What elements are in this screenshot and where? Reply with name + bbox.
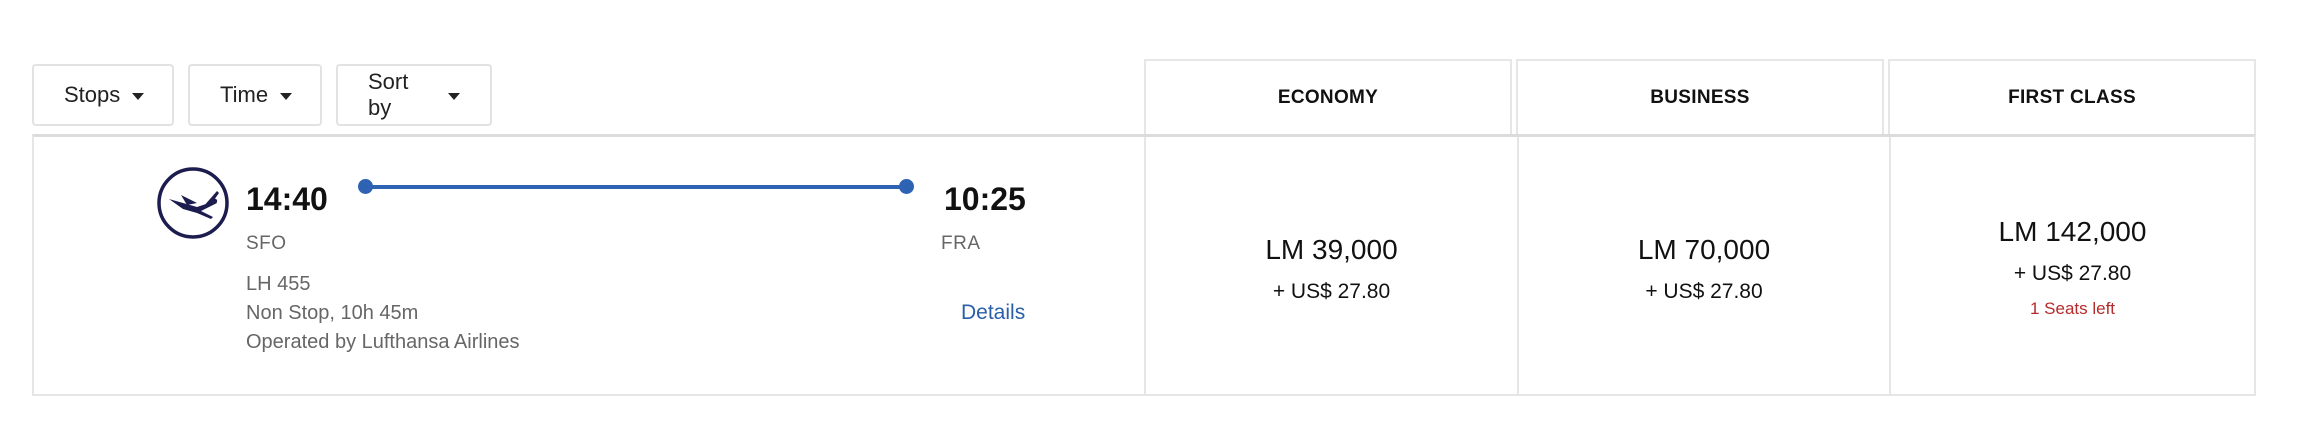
stops-filter-button[interactable]: Stops <box>32 64 174 126</box>
fare-business[interactable]: LM 70,000 + US$ 27.80 <box>1517 137 1889 394</box>
fare-business-cash: + US$ 27.80 <box>1645 280 1763 303</box>
flight-result-row: 14:40 SFO 10:25 FRA LH 455 Non Stop, 10h… <box>32 134 2256 396</box>
cabin-header-business: BUSINESS <box>1516 59 1884 135</box>
flight-duration: Non Stop, 10h 45m <box>246 302 419 324</box>
details-link[interactable]: Details <box>961 301 1025 325</box>
route-destination-dot <box>899 179 914 194</box>
chevron-down-icon <box>448 92 460 100</box>
fare-first-class-cash: + US$ 27.80 <box>2013 262 2132 285</box>
route-origin-dot <box>358 179 373 194</box>
fare-business-miles: LM 70,000 <box>1637 234 1771 265</box>
flight-results-page: Stops Time Sort by ECONOMY BUSINESS FIRS… <box>0 0 2298 422</box>
time-filter-button[interactable]: Time <box>188 64 322 126</box>
flight-number: LH 455 <box>246 273 311 295</box>
lufthansa-crane-icon <box>157 167 229 239</box>
fare-economy[interactable]: LM 39,000 + US$ 27.80 <box>1144 137 1517 394</box>
cabin-header-business-label: BUSINESS <box>1650 87 1750 108</box>
chevron-down-icon <box>280 92 293 100</box>
flight-info-panel: 14:40 SFO 10:25 FRA LH 455 Non Stop, 10h… <box>34 137 1146 394</box>
arrival-time: 10:25 <box>944 181 1026 217</box>
cabin-header-economy: ECONOMY <box>1144 59 1512 135</box>
seats-left-badge: 1 Seats left <box>2029 299 2116 318</box>
flight-operator: Operated by Lufthansa Airlines <box>246 331 520 353</box>
fare-economy-cash: + US$ 27.80 <box>1272 280 1391 303</box>
arrival-airport: FRA <box>941 233 981 254</box>
time-filter-label: Time <box>220 82 269 107</box>
departure-time: 14:40 <box>246 181 328 217</box>
route-line <box>364 185 908 189</box>
fare-first-class-miles: LM 142,000 <box>1998 216 2147 247</box>
stops-filter-label: Stops <box>64 82 121 107</box>
cabin-header-economy-label: ECONOMY <box>1277 87 1379 108</box>
cabin-header-first-class: FIRST CLASS <box>1888 59 2256 135</box>
sort-by-button[interactable]: Sort by <box>336 64 492 126</box>
cabin-header-first-class-label: FIRST CLASS <box>2008 87 2136 108</box>
fare-economy-miles: LM 39,000 <box>1265 234 1398 265</box>
filter-bar: Stops Time Sort by <box>32 64 492 126</box>
sort-by-label: Sort by <box>368 69 409 120</box>
chevron-down-icon <box>132 92 145 100</box>
departure-airport: SFO <box>246 233 287 254</box>
fare-first-class[interactable]: LM 142,000 + US$ 27.80 1 Seats left <box>1889 137 2254 394</box>
